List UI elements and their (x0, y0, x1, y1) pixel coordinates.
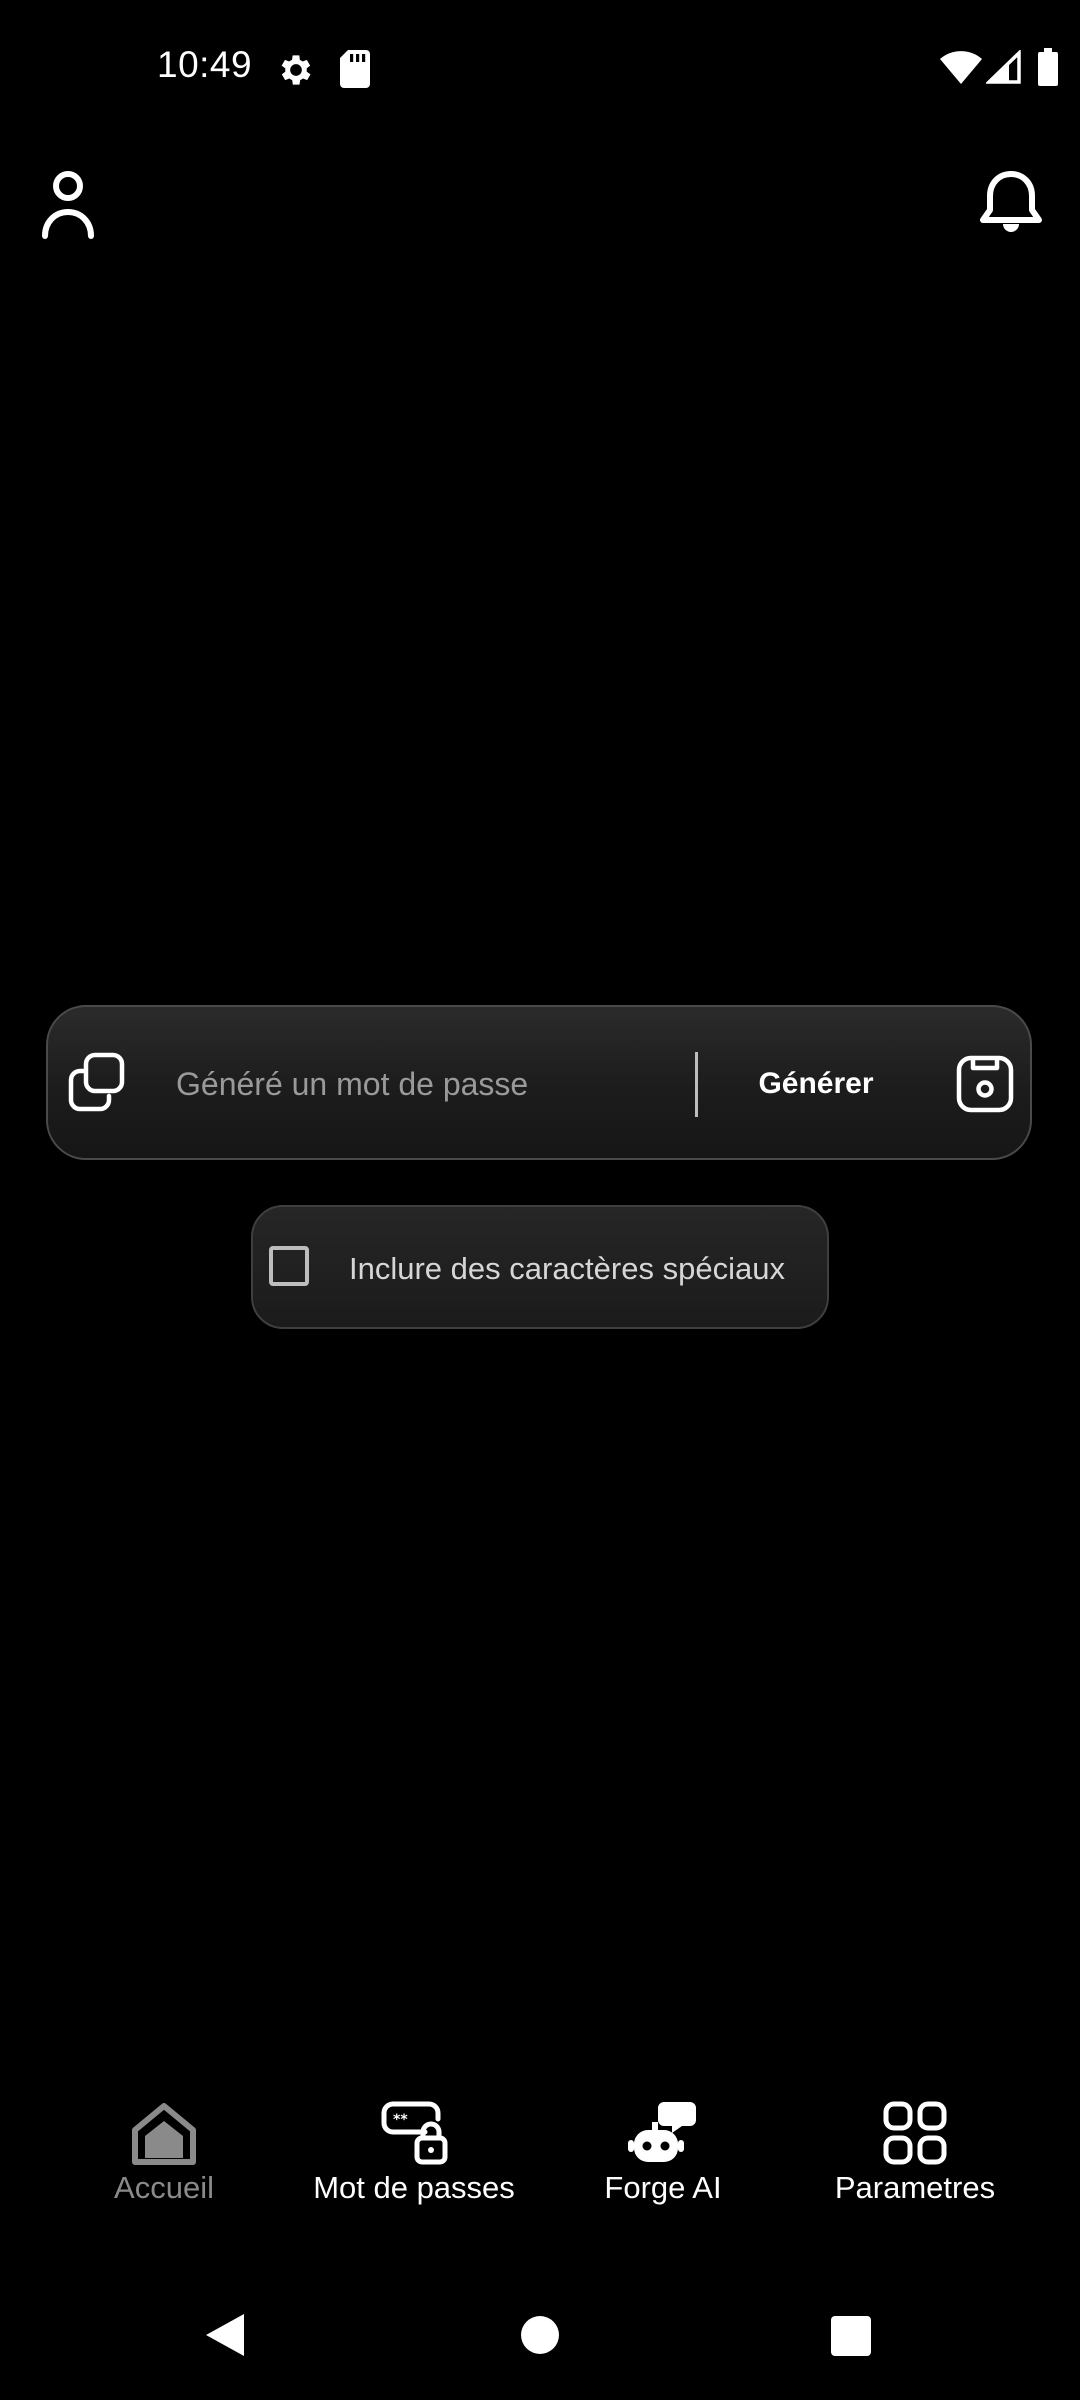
battery-icon (1038, 48, 1058, 86)
robot-chat-icon (628, 2102, 696, 2162)
status-bar: 10:49 (0, 0, 1080, 136)
password-generator-bar: Générer (46, 1005, 1032, 1160)
bottom-navigation: Accueil ** Mot de passes Forge AI Parame… (0, 2100, 1080, 2240)
status-time: 10:49 (157, 44, 253, 85)
password-lock-icon: ** (381, 2101, 448, 2165)
save-icon[interactable] (956, 1055, 1014, 1113)
nav-item-forge-ai[interactable]: Forge AI (590, 2100, 736, 2240)
nav-label-forge-ai: Forge AI (604, 2170, 722, 2205)
divider (695, 1052, 698, 1117)
back-icon[interactable] (204, 2312, 246, 2358)
gear-icon (281, 55, 311, 85)
recents-icon[interactable] (831, 2316, 871, 2356)
special-characters-checkbox[interactable] (269, 1246, 309, 1286)
nav-label-settings: Parametres (834, 2170, 996, 2205)
signal-icon (986, 50, 1021, 84)
svg-text:**: ** (393, 2112, 408, 2128)
nav-item-passwords[interactable]: ** Mot de passes (300, 2100, 528, 2240)
home-icon (132, 2103, 196, 2165)
sd-card-icon (340, 50, 370, 88)
special-characters-label: Inclure des caractères spéciaux (349, 1251, 785, 1286)
bell-icon[interactable] (978, 168, 1044, 240)
copy-icon[interactable] (66, 1051, 128, 1113)
nav-label-home: Accueil (114, 2170, 214, 2205)
special-characters-option[interactable]: Inclure des caractères spéciaux (251, 1205, 829, 1329)
wifi-icon (940, 51, 982, 84)
generate-button[interactable]: Générer (736, 1049, 896, 1119)
home-circle-icon[interactable] (521, 2316, 559, 2354)
nav-item-settings[interactable]: Parametres (820, 2100, 1010, 2240)
grid-icon (883, 2101, 947, 2165)
profile-icon[interactable] (40, 170, 96, 240)
nav-item-home[interactable]: Accueil (100, 2100, 228, 2240)
nav-label-passwords: Mot de passes (313, 2170, 515, 2205)
password-input[interactable] (176, 1049, 716, 1119)
